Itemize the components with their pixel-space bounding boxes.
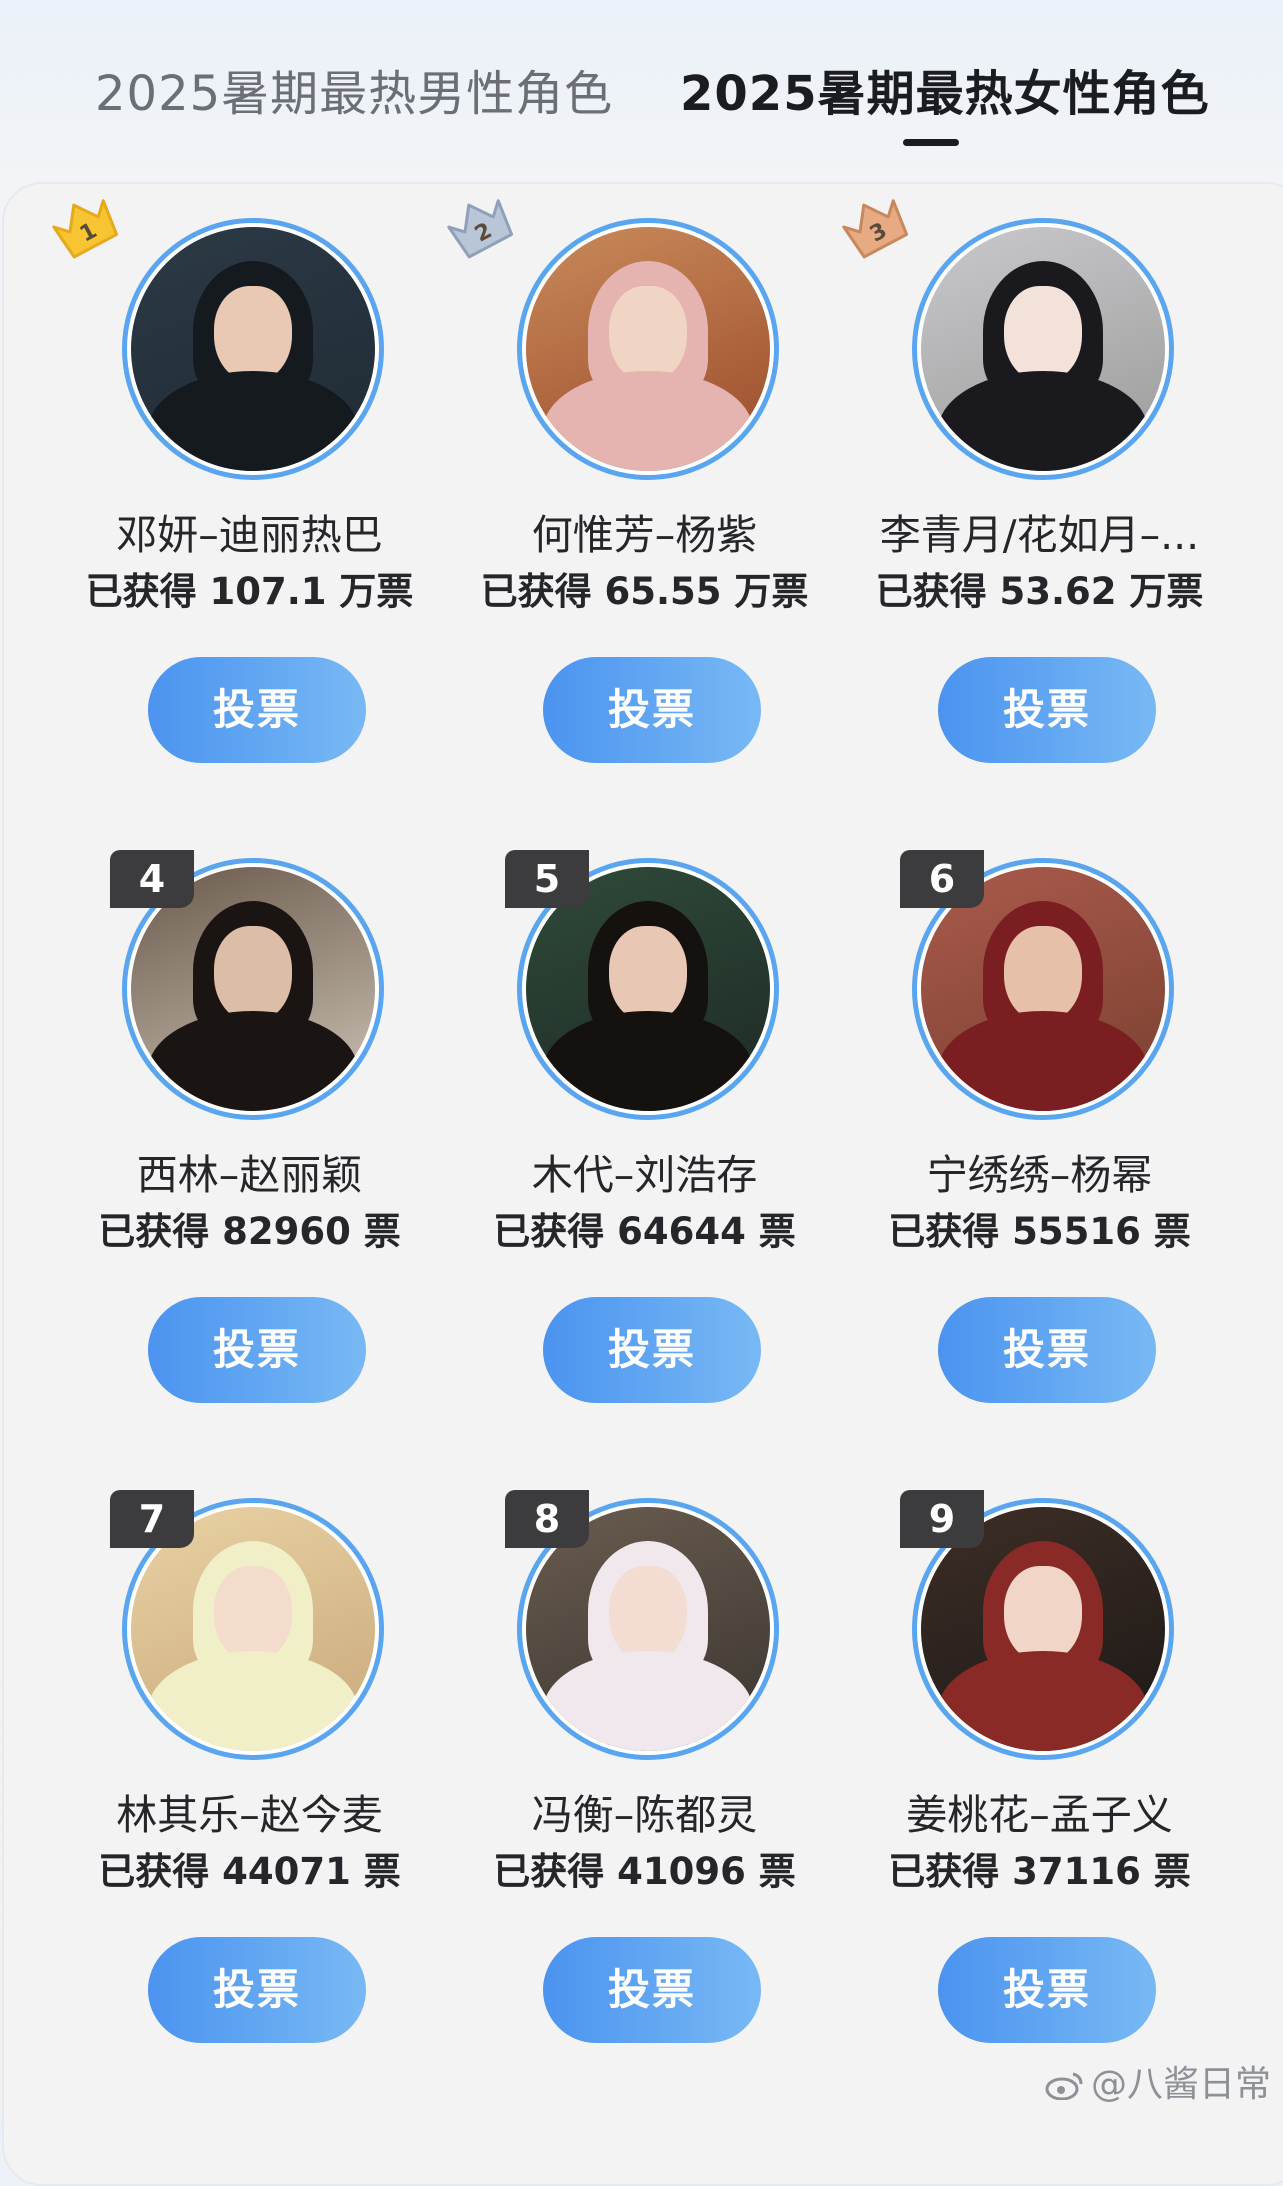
character-grid: 邓妍–迪丽热巴 已获得 107.1 万票 投票 1 何惟芳–杨紫 已获得 65.… [0, 0, 1283, 2117]
rank-badge: 9 [900, 1490, 984, 1548]
character-card: 冯衡–陈都灵 已获得 41096 票 投票 8 [447, 1462, 842, 2043]
rank-medal-icon: 2 [447, 199, 514, 259]
vote-count: 已获得 82960 票 [98, 1210, 401, 1253]
character-name: 西林–赵丽颖 [136, 1151, 363, 1199]
character-card: 何惟芳–杨紫 已获得 65.55 万票 投票 2 [447, 182, 842, 763]
character-card: 姜桃花–孟子义 已获得 37116 票 投票 9 [842, 1462, 1237, 2043]
rank-badge: 5 [505, 850, 589, 908]
vote-button[interactable]: 投票 [543, 1297, 761, 1403]
vote-button[interactable]: 投票 [938, 1297, 1156, 1403]
character-avatar[interactable] [122, 218, 384, 480]
character-card: 李青月/花如月–... 已获得 53.62 万票 投票 3 [842, 182, 1237, 763]
character-name: 姜桃花–孟子义 [906, 1791, 1173, 1839]
vote-count: 已获得 107.1 万票 [85, 570, 414, 613]
vote-count: 已获得 41096 票 [493, 1850, 796, 1893]
character-avatar[interactable] [517, 218, 779, 480]
vote-count: 已获得 64644 票 [493, 1210, 796, 1253]
rank-medal-icon: 3 [842, 199, 909, 259]
vote-button[interactable]: 投票 [543, 657, 761, 763]
rank-medal-icon: 1 [52, 199, 119, 259]
vote-count: 已获得 53.62 万票 [875, 570, 1204, 613]
vote-button[interactable]: 投票 [148, 1297, 366, 1403]
rank-badge: 6 [900, 850, 984, 908]
character-name: 何惟芳–杨紫 [531, 511, 758, 559]
vote-button[interactable]: 投票 [543, 1937, 761, 2043]
character-name: 李青月/花如月–... [879, 511, 1200, 559]
character-avatar[interactable] [912, 218, 1174, 480]
watermark-text: @八酱日常 [1090, 2064, 1271, 2105]
watermark: @八酱日常 [1045, 2055, 1271, 2107]
character-name: 邓妍–迪丽热巴 [116, 511, 383, 559]
vote-button[interactable]: 投票 [148, 1937, 366, 2043]
rank-badge: 7 [110, 1490, 194, 1548]
character-name: 林其乐–赵今麦 [116, 1791, 383, 1839]
character-card: 西林–赵丽颖 已获得 82960 票 投票 4 [52, 822, 447, 1403]
vote-count: 已获得 44071 票 [98, 1850, 401, 1893]
vote-button[interactable]: 投票 [148, 657, 366, 763]
vote-button[interactable]: 投票 [938, 657, 1156, 763]
character-card: 邓妍–迪丽热巴 已获得 107.1 万票 投票 1 [52, 182, 447, 763]
vote-count: 已获得 37116 票 [888, 1850, 1191, 1893]
rank-badge: 4 [110, 850, 194, 908]
rank-badge: 8 [505, 1490, 589, 1548]
character-card: 林其乐–赵今麦 已获得 44071 票 投票 7 [52, 1462, 447, 2043]
weibo-logo-icon [1045, 2072, 1083, 2100]
character-card: 宁绣绣–杨幂 已获得 55516 票 投票 6 [842, 822, 1237, 1403]
vote-count: 已获得 55516 票 [888, 1210, 1191, 1253]
character-card: 木代–刘浩存 已获得 64644 票 投票 5 [447, 822, 842, 1403]
character-name: 冯衡–陈都灵 [531, 1791, 758, 1839]
vote-count: 已获得 65.55 万票 [480, 570, 809, 613]
vote-button[interactable]: 投票 [938, 1937, 1156, 2043]
character-name: 木代–刘浩存 [531, 1151, 758, 1199]
character-name: 宁绣绣–杨幂 [926, 1151, 1153, 1199]
